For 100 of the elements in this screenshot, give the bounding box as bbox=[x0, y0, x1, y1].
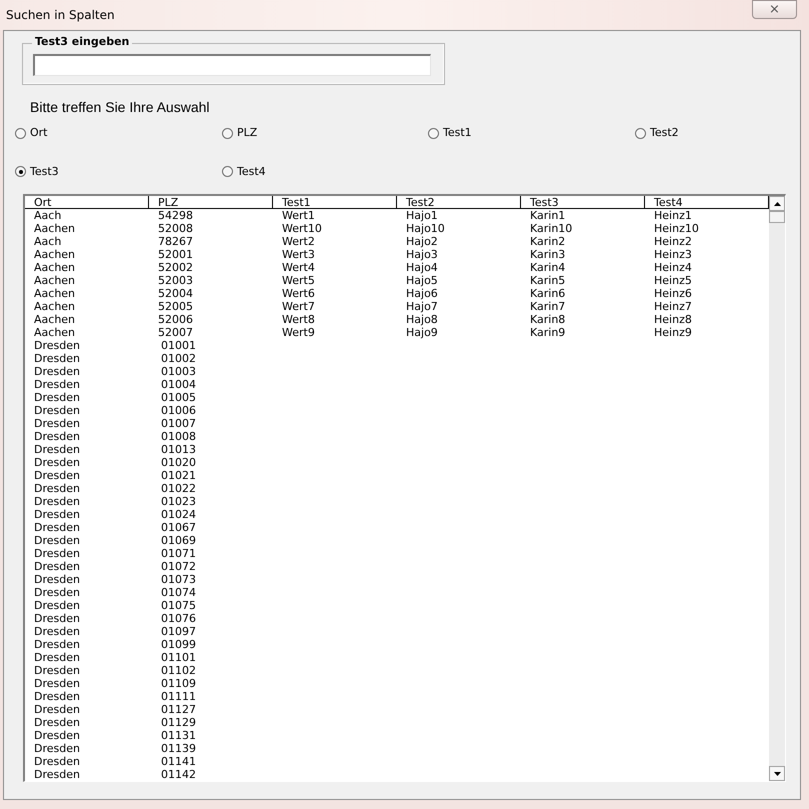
table-cell-text: Aachen bbox=[33, 274, 76, 287]
table-cell-text: 52001 bbox=[157, 248, 194, 261]
up-arrow-icon bbox=[774, 202, 780, 206]
table-cell-text: Dresden bbox=[33, 742, 81, 755]
table-cell-text: 01013 bbox=[160, 443, 197, 456]
table-cell-text: 52007 bbox=[157, 326, 194, 339]
table-cell-text: Heinz8 bbox=[653, 313, 693, 326]
table-cell-text: 01127 bbox=[160, 703, 197, 716]
table-cell-text: 01006 bbox=[160, 404, 197, 417]
table-cell-text: 01097 bbox=[160, 625, 197, 638]
column-header[interactable]: Ort bbox=[25, 196, 149, 208]
table-cell-text: Hajo2 bbox=[405, 235, 439, 248]
column-header[interactable]: Test1 bbox=[273, 196, 397, 208]
scroll-thumb[interactable] bbox=[769, 211, 785, 223]
table-cell-text: Dresden bbox=[33, 378, 81, 391]
table-cell-text: Dresden bbox=[33, 469, 81, 482]
table-cell-text: Wert3 bbox=[281, 248, 316, 261]
input-field[interactable] bbox=[33, 54, 431, 76]
table-cell-text: Dresden bbox=[33, 664, 81, 677]
radio-option[interactable]: Test4 bbox=[222, 164, 266, 180]
table-cell-text: Karin4 bbox=[529, 261, 566, 274]
column-header[interactable]: Test2 bbox=[397, 196, 521, 208]
table-cell-text: 01111 bbox=[160, 690, 197, 703]
table-cell-text: Aachen bbox=[33, 300, 76, 313]
table-cell-text: 52005 bbox=[157, 300, 194, 313]
down-arrow-icon bbox=[774, 772, 780, 776]
table-cell-text: 78267 bbox=[157, 235, 194, 248]
table-cell-text: Karin7 bbox=[529, 300, 566, 313]
table-cell-text: 01067 bbox=[160, 521, 197, 534]
table-cell-text: 01142 bbox=[160, 768, 197, 781]
table-cell-text: Dresden bbox=[33, 703, 81, 716]
table-cell-text: Aachen bbox=[33, 248, 76, 261]
table-cell-text: Dresden bbox=[33, 456, 81, 469]
table-cell-text: Dresden bbox=[33, 430, 81, 443]
column-header[interactable]: Test3 bbox=[521, 196, 645, 208]
table-cell-text: Dresden bbox=[33, 690, 81, 703]
radio-option[interactable]: Ort bbox=[15, 125, 48, 142]
table-cell-text: Heinz5 bbox=[653, 274, 693, 287]
table-cell-text: Dresden bbox=[33, 495, 81, 508]
table-cell-text: Dresden bbox=[33, 625, 81, 638]
table-cell-text: Heinz6 bbox=[653, 287, 693, 300]
table-cell-text: 52006 bbox=[157, 313, 194, 326]
table-cell-text: 01001 bbox=[160, 339, 197, 352]
table-cell-text: 01005 bbox=[160, 391, 197, 404]
table-cell-text: 01008 bbox=[160, 430, 197, 443]
table-cell-text: 01020 bbox=[160, 456, 197, 469]
table-cell-text: Hajo3 bbox=[405, 248, 439, 261]
table-cell-text: 01102 bbox=[160, 664, 197, 677]
table-cell-text: Dresden bbox=[33, 768, 81, 781]
scroll-down-button[interactable] bbox=[769, 766, 785, 781]
prompt-label: Bitte treffen Sie Ihre Auswahl bbox=[30, 98, 211, 116]
table-cell-text: Dresden bbox=[33, 599, 81, 612]
table-cell-text: Karin5 bbox=[529, 274, 566, 287]
radio-option[interactable]: Test3 bbox=[15, 164, 59, 180]
table-cell-text: Hajo4 bbox=[405, 261, 439, 274]
table-cell-text: Dresden bbox=[33, 560, 81, 573]
table-cell-text: 01071 bbox=[160, 547, 197, 560]
column-header[interactable]: PLZ bbox=[149, 196, 273, 208]
table-cell-text: Heinz2 bbox=[653, 235, 693, 248]
scrollbar[interactable] bbox=[769, 196, 785, 781]
radio-option[interactable]: Test1 bbox=[428, 125, 472, 142]
table-cell-text: Wert6 bbox=[281, 287, 316, 300]
close-button[interactable]: ⨯ bbox=[752, 0, 797, 19]
table-cell-text: 01099 bbox=[160, 638, 197, 651]
table-cell-text: Dresden bbox=[33, 404, 81, 417]
table-cell-text: 01074 bbox=[160, 586, 197, 599]
table-cell-text: Dresden bbox=[33, 521, 81, 534]
table-cell-text: Wert2 bbox=[281, 235, 316, 248]
table-cell-text: 01101 bbox=[160, 651, 197, 664]
table-cell-text: 01021 bbox=[160, 469, 197, 482]
table-cell-text: Karin8 bbox=[529, 313, 566, 326]
table-cell-text: Wert7 bbox=[281, 300, 316, 313]
table-cell-text: 01141 bbox=[160, 755, 197, 768]
table-cell-text: Dresden bbox=[33, 417, 81, 430]
table-cell-text: Aachen bbox=[33, 287, 76, 300]
table-cell-text: Dresden bbox=[33, 729, 81, 742]
table-cell-text: 01073 bbox=[160, 573, 197, 586]
table-cell-text: Dresden bbox=[33, 365, 81, 378]
table-cell-text: Karin6 bbox=[529, 287, 566, 300]
radio-option[interactable]: Test2 bbox=[635, 125, 679, 142]
table-cell-text: Dresden bbox=[33, 391, 81, 404]
table-cell-text: Wert8 bbox=[281, 313, 316, 326]
radio-option[interactable]: PLZ bbox=[222, 125, 258, 142]
table-cell-text: Heinz7 bbox=[653, 300, 693, 313]
table-cell-text: Dresden bbox=[33, 612, 81, 625]
table-cell-text: Heinz3 bbox=[653, 248, 693, 261]
window-title: Suchen in Spalten bbox=[6, 7, 115, 24]
table-cell-text: 52004 bbox=[157, 287, 194, 300]
table-cell-text: Karin3 bbox=[529, 248, 566, 261]
table-cell-text: Hajo1 bbox=[405, 209, 439, 222]
table-cell-text: 01022 bbox=[160, 482, 197, 495]
table-cell-text: Wert1 bbox=[281, 209, 316, 222]
table-cell-text: 01003 bbox=[160, 365, 197, 378]
table-cell-text: Dresden bbox=[33, 651, 81, 664]
scroll-up-button[interactable] bbox=[769, 196, 785, 211]
table-cell-text: Hajo10 bbox=[405, 222, 446, 235]
table-cell-text: Dresden bbox=[33, 443, 81, 456]
table-cell-text: Dresden bbox=[33, 586, 81, 599]
table-cell-text: 01069 bbox=[160, 534, 197, 547]
table-cell-text: Aach bbox=[33, 235, 62, 248]
